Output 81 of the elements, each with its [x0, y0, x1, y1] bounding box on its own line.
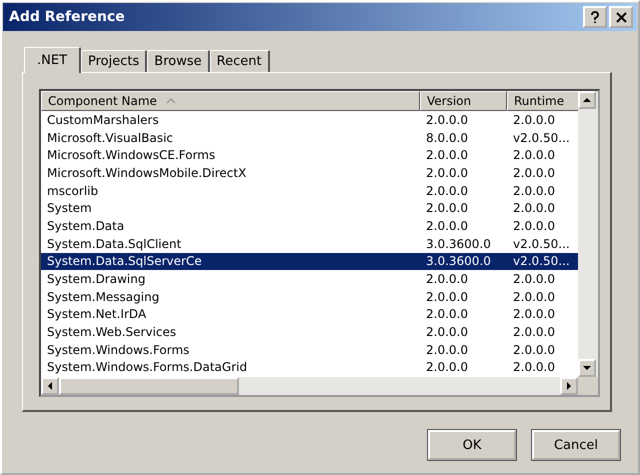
table-cell-text: 2.0.0.0 — [425, 148, 469, 162]
list-row[interactable]: System.Windows.Forms.DataGrid 2.0.0.0 2.0.0.0 — [41, 358, 578, 376]
table-cell-text: 3.0.3600.0 — [425, 254, 492, 268]
table-cell-text: 2.0.0.0 — [512, 218, 556, 233]
tab[interactable]: Projects — [81, 50, 148, 72]
up-arrow-icon — [583, 97, 591, 103]
table-cell-text: System.Data.SqlClient — [46, 236, 182, 251]
list-row[interactable]: System.Data.SqlServerCe 3.0.3600.0 v2.0.50... — [41, 252, 578, 270]
table-cell-text: 2.0.0.0 — [425, 325, 469, 340]
table-cell-text: 2.0.0.0 — [512, 166, 556, 180]
close-button[interactable] — [609, 6, 633, 28]
tab[interactable]: Recent — [210, 50, 270, 72]
table-cell-text: 2.0.0.0 — [425, 201, 469, 216]
left-arrow-icon — [47, 382, 53, 390]
table-cell-text: 3.0.3600.0 — [425, 236, 492, 251]
table-cell-text: 2.0.0.0 — [425, 218, 469, 233]
list-row[interactable]: System.Net.IrDA 2.0.0.0 2.0.0.0 — [41, 306, 578, 324]
list-row[interactable]: System.Windows.Forms 2.0.0.0 2.0.0.0 — [41, 340, 578, 359]
list-row[interactable]: System.Drawing 2.0.0.0 2.0.0.0 — [41, 270, 578, 288]
table-cell-text: 2.0.0.0 — [425, 184, 469, 198]
list-row[interactable]: System.Messaging 2.0.0.0 2.0.0.0 — [41, 288, 578, 306]
table-cell-text: 2.0.0.0 — [512, 290, 556, 304]
column-header[interactable]: Runtime — [507, 91, 578, 111]
table-cell-text: 2.0.0.0 — [425, 112, 469, 127]
list-row[interactable]: Microsoft.WindowsMobile.DirectX 2.0.0.0 2.0.0.0 — [41, 164, 578, 182]
table-cell-text: 2.0.0.0 — [512, 360, 556, 374]
horizontal-scrollbar[interactable] — [41, 377, 578, 395]
list-row[interactable]: mscorlib 2.0.0.0 2.0.0.0 — [41, 182, 578, 200]
list-row[interactable]: System.Data.SqlClient 3.0.3600.0 v2.0.50... — [41, 234, 578, 252]
ok-button[interactable]: OK — [428, 430, 516, 460]
list-row[interactable]: System.Web.Services 2.0.0.0 2.0.0.0 — [41, 323, 578, 341]
list-row[interactable]: CustomMarshalers 2.0.0.0 2.0.0.0 — [41, 111, 578, 129]
tab[interactable]: Browse — [147, 50, 210, 72]
down-arrow-icon — [583, 365, 591, 371]
table-cell-text: 2.0.0.0 — [425, 360, 469, 374]
table-cell-text: 2.0.0.0 — [512, 325, 556, 340]
list-row[interactable]: Microsoft.WindowsCE.Forms 2.0.0.0 2.0.0.0 — [41, 146, 578, 164]
table-cell-text: Microsoft.WindowsCE.Forms — [46, 148, 216, 162]
table-cell-text: 2.0.0.0 — [425, 272, 469, 286]
table-cell-text: System.Messaging — [46, 290, 160, 304]
list-row[interactable]: Microsoft.VisualBasic 8.0.0.0 v2.0.50... — [41, 128, 578, 146]
column-header[interactable]: Component Name — [41, 91, 420, 111]
table-cell-text: 2.0.0.0 — [512, 272, 556, 286]
help-icon — [590, 10, 600, 24]
right-arrow-icon — [566, 382, 572, 390]
table-cell-text: System.Windows.Forms — [46, 342, 190, 357]
table-cell-text: 2.0.0.0 — [425, 342, 469, 357]
cancel-button[interactable]: Cancel — [532, 430, 620, 460]
scrollbar-corner — [578, 377, 598, 395]
table-cell-text: v2.0.50... — [512, 236, 571, 251]
table-cell-text: 2.0.0.0 — [512, 201, 556, 216]
table-cell-text: 2.0.0.0 — [512, 184, 556, 198]
list-row[interactable]: System 2.0.0.0 2.0.0.0 — [41, 199, 578, 218]
table-cell-text: System.Data.SqlServerCe — [46, 254, 203, 268]
table-cell-text: Microsoft.WindowsMobile.DirectX — [46, 166, 248, 180]
table-cell-text: System.Web.Services — [46, 325, 178, 340]
table-cell-text: v2.0.50... — [512, 254, 571, 268]
table-cell-text: v2.0.50... — [512, 130, 571, 145]
table-cell-text: System — [46, 201, 93, 216]
column-header[interactable]: Version — [420, 91, 507, 111]
table-cell-text: 2.0.0.0 — [425, 290, 469, 304]
close-icon — [616, 12, 626, 22]
table-cell-text: System.Windows.Forms.DataGrid — [46, 360, 248, 374]
table-cell-text: 8.0.0.0 — [425, 130, 469, 145]
table-cell-text: CustomMarshalers — [46, 112, 160, 127]
table-cell-text: 2.0.0.0 — [512, 307, 556, 322]
tab[interactable]: .NET — [24, 47, 82, 73]
table-cell-text: 2.0.0.0 — [512, 112, 556, 127]
help-button[interactable] — [583, 6, 607, 28]
table-cell-text: mscorlib — [46, 184, 100, 198]
table-cell-text: System.Drawing — [46, 272, 146, 286]
table-cell-text: 2.0.0.0 — [512, 148, 556, 162]
table-cell-text: 2.0.0.0 — [425, 307, 469, 322]
table-cell-text: Microsoft.VisualBasic — [46, 130, 174, 145]
vertical-scrollbar[interactable] — [578, 91, 598, 377]
table-cell-text: System.Net.IrDA — [46, 307, 148, 322]
table-cell-text: 2.0.0.0 — [425, 166, 469, 180]
table-cell-text: 2.0.0.0 — [512, 342, 556, 357]
table-cell-text: System.Data — [46, 218, 126, 233]
window-title: Add Reference — [9, 9, 126, 25]
list-row[interactable]: System.Data 2.0.0.0 2.0.0.0 — [41, 217, 578, 235]
